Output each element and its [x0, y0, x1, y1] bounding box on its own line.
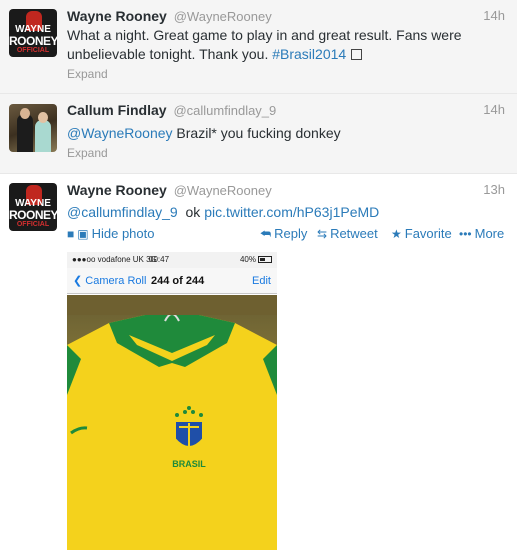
battery-status: 40%	[240, 252, 272, 268]
more-button[interactable]: ••• More	[459, 226, 504, 241]
expand-link[interactable]: Expand	[67, 146, 108, 160]
avatar-person	[35, 120, 51, 152]
user-name[interactable]: Wayne Rooney	[67, 8, 167, 24]
timestamp[interactable]: 13h	[483, 182, 505, 197]
comment-icon: ■	[67, 227, 75, 241]
avatar-person-head	[38, 112, 48, 123]
mention-link[interactable]: @callumfindlay_9	[67, 204, 178, 220]
favorite-button[interactable]: ★ Favorite	[391, 226, 452, 241]
tweet[interactable]: WAYNE ROONEY OFFICIAL Wayne Rooney @Wayn…	[0, 0, 517, 94]
tweet[interactable]: Callum Findlay @callumfindlay_9 14h @Way…	[0, 94, 517, 174]
favorite-label: Favorite	[404, 226, 452, 241]
avatar-logo-text: ROONEY	[9, 34, 57, 48]
hashtag-link[interactable]: #Brasil2014	[272, 46, 346, 62]
avatar[interactable]	[9, 104, 57, 152]
reply-label: Reply	[274, 226, 308, 241]
user-name[interactable]: Wayne Rooney	[67, 182, 167, 198]
edit-label: Edit	[252, 275, 271, 287]
phone-nav-bar: ❮ Camera Roll 244 of 244 Edit	[67, 268, 277, 294]
retweet-label: Retweet	[330, 226, 378, 241]
retweet-button[interactable]: ⇆ Retweet	[317, 226, 378, 241]
timestamp[interactable]: 14h	[483, 102, 505, 117]
photo-dark-strip	[67, 295, 277, 315]
tweet-text-body: ok	[177, 204, 205, 220]
pic-link[interactable]: pic.twitter.com/hP63j1PeMD	[204, 204, 379, 220]
reply-button[interactable]: ⮪ Reply	[260, 226, 307, 242]
tweet-text-body: Brazil* you fucking donkey	[172, 125, 341, 141]
user-handle[interactable]: @WayneRooney	[174, 183, 272, 198]
avatar-logo-text: ROONEY	[9, 208, 57, 222]
more-dots-icon: •••	[459, 227, 472, 241]
avatar[interactable]: WAYNE ROONEY OFFICIAL	[9, 183, 57, 231]
tweet-text: What a night. Great game to play in and …	[67, 26, 499, 64]
tweet-actions: ■ ▣ Hide photo ⮪ Reply ⇆ Retweet ★ Favorite •…	[67, 226, 505, 242]
tweet[interactable]: WAYNE ROONEY OFFICIAL Wayne Rooney @Wayn…	[0, 174, 517, 550]
camera-roll-back: ❮ Camera Roll	[73, 275, 147, 287]
battery-percent: 40%	[239, 255, 256, 264]
reply-icon: ⮪	[260, 227, 272, 241]
tweet-header: Callum Findlay @callumfindlay_9	[67, 102, 276, 118]
hide-photo-label: Hide photo	[91, 226, 155, 241]
brazil-shirt-image: BRASIL	[67, 315, 277, 550]
more-label: More	[474, 226, 505, 241]
tweet-text: @callumfindlay_9 ok pic.twitter.com/hP63…	[67, 203, 499, 222]
tweet-header: Wayne Rooney @WayneRooney	[67, 8, 272, 24]
tweet-header: Wayne Rooney @WayneRooney	[67, 182, 272, 198]
timestamp[interactable]: 14h	[483, 8, 505, 23]
camera-roll-label: Camera Roll	[85, 275, 147, 287]
battery-icon	[258, 256, 272, 263]
mention-link[interactable]: @WayneRooney	[67, 125, 173, 141]
tweet-text-body: What a night. Great game to play in and …	[67, 27, 462, 62]
carrier-text: ●●●oo vodafone UK 3G	[72, 255, 157, 264]
hide-photo-button[interactable]: ■ ▣ Hide photo	[67, 226, 154, 241]
photo-icon: ▣	[77, 227, 89, 241]
user-handle[interactable]: @callumfindlay_9	[173, 103, 276, 118]
emoji-box-icon	[351, 49, 363, 60]
expand-link[interactable]: Expand	[67, 67, 108, 81]
phone-status-bar: ●●●oo vodafone UK 3G 00:47 40%	[67, 252, 277, 268]
phone-clock: 00:47	[149, 255, 170, 264]
shirt-brasil-text: BRASIL	[172, 459, 206, 469]
retweet-icon: ⇆	[317, 227, 328, 241]
avatar-logo-text: OFFICIAL	[16, 221, 50, 228]
star-icon: ★	[391, 227, 402, 241]
avatar-person	[17, 114, 33, 152]
tweet-text: @WayneRooney Brazil* you fucking donkey	[67, 124, 499, 143]
avatar-logo-text: OFFICIAL	[16, 47, 50, 54]
avatar[interactable]: WAYNE ROONEY OFFICIAL	[9, 9, 57, 57]
photo-count: 244 of 244	[151, 275, 205, 287]
user-handle[interactable]: @WayneRooney	[174, 9, 272, 24]
avatar-person-head	[20, 108, 30, 119]
user-name[interactable]: Callum Findlay	[67, 102, 167, 118]
tweet-photo[interactable]: ●●●oo vodafone UK 3G 00:47 40% ❮ Camera …	[67, 252, 277, 550]
